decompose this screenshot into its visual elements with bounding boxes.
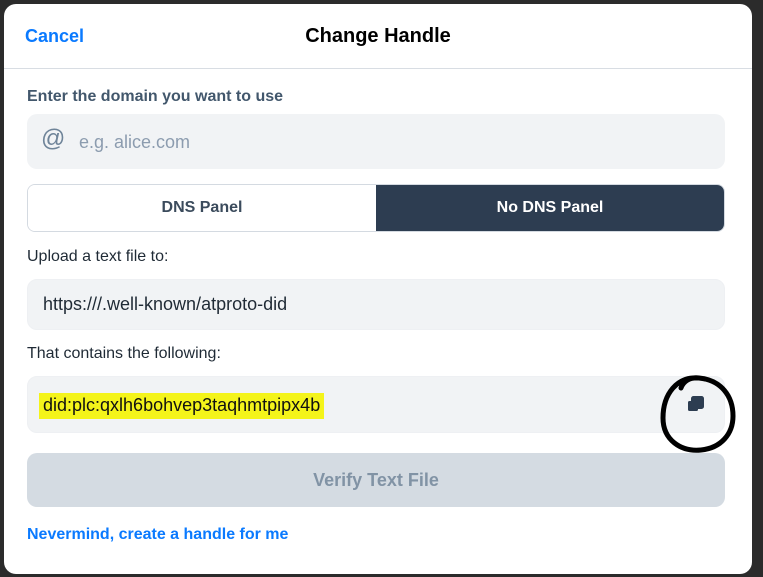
- upload-label: Upload a text file to:: [27, 248, 169, 265]
- dialog-title: Change Handle: [305, 25, 451, 47]
- dialog-header: Cancel Change Handle: [4, 4, 752, 69]
- verify-text-file-button[interactable]: Verify Text File: [27, 453, 725, 507]
- change-handle-dialog: Cancel Change Handle Enter the domain yo…: [4, 4, 752, 574]
- dns-mode-toggle: DNS Panel No DNS Panel: [27, 184, 725, 232]
- copy-icon[interactable]: [684, 393, 708, 417]
- nevermind-link[interactable]: Nevermind, create a handle for me: [27, 526, 288, 544]
- contents-label: That contains the following:: [27, 345, 221, 362]
- did-value: did:plc:qxlh6bohvep3taqhmtpipx4b: [39, 393, 325, 419]
- domain-field[interactable]: @: [27, 114, 725, 169]
- domain-label: Enter the domain you want to use: [27, 88, 284, 105]
- cancel-button[interactable]: Cancel: [25, 26, 84, 47]
- upload-url-field: https:///.well-known/atproto-did: [27, 279, 725, 330]
- domain-input[interactable]: [77, 124, 701, 160]
- did-field: did:plc:qxlh6bohvep3taqhmtpipx4b: [27, 376, 725, 433]
- tab-no-dns-panel[interactable]: No DNS Panel: [376, 185, 724, 231]
- upload-url-value: https:///.well-known/atproto-did: [43, 294, 288, 314]
- at-icon: @: [41, 125, 66, 152]
- tab-dns-panel[interactable]: DNS Panel: [28, 185, 376, 231]
